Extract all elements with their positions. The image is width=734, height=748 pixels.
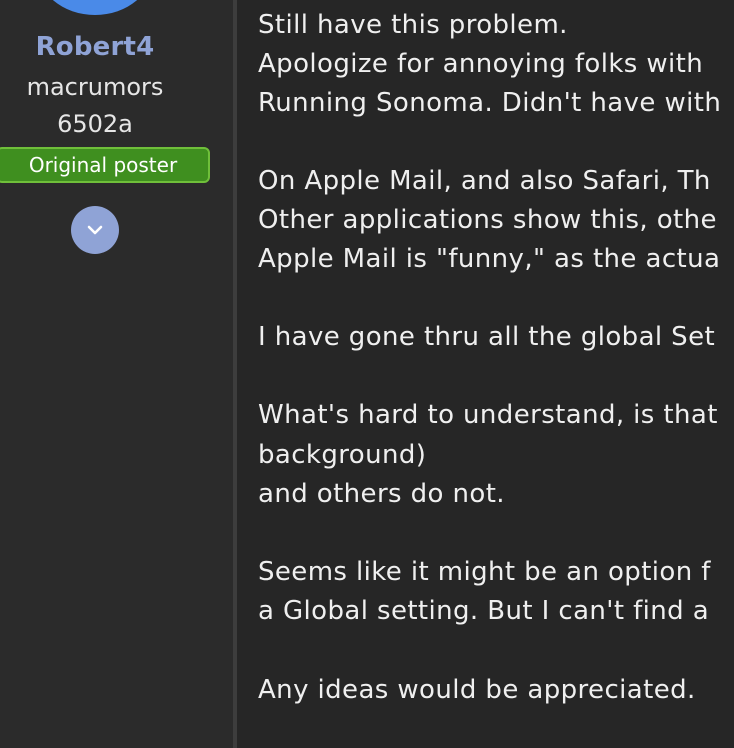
sidebar-divider [233,0,237,748]
post-line: Other applications show this, othe [258,205,717,235]
post-body: Still have this problem. Apologize for a… [258,6,734,748]
post-line: I have gone thru all the global Set [258,322,716,352]
author-username[interactable]: Robert4 [0,32,190,62]
author-title-line-1: macrumors [26,73,164,101]
post-line: Running Sonoma. Didn't have with [258,88,722,118]
post-line: Any ideas would be appreciated. [258,675,696,705]
post-line: and others do not. [258,479,505,509]
post-line: What's hard to understand, is that [258,400,718,430]
expand-author-info-button[interactable] [71,206,119,254]
avatar[interactable] [36,0,154,15]
original-poster-badge: Original poster [0,147,210,183]
post-line: On Apple Mail, and also Safari, Th [258,166,711,196]
author-title-line-2: 6502a [57,110,133,138]
post-line: a Global setting. But I can't find a [258,596,710,626]
post-line: Seems like it might be an option f [258,557,711,587]
author-sidebar: Robert4 macrumors 6502a Original poster [0,0,233,748]
post-line: background) [258,440,427,470]
post-line: Still have this problem. [258,10,568,40]
post-line: Apple Mail is "funny," as the actua [258,244,721,274]
post-line: Apologize for annoying folks with [258,49,704,79]
chevron-down-icon [87,225,103,235]
